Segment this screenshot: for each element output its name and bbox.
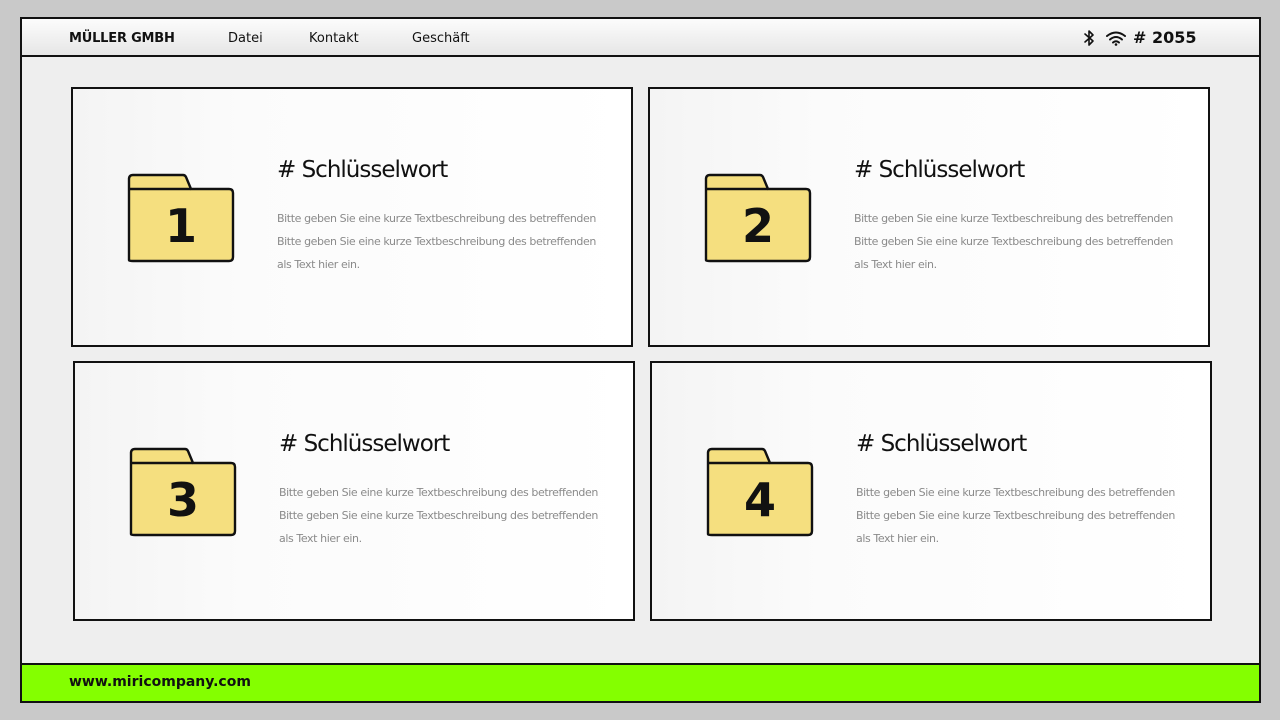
card-title: # Schlüsselwort [279, 431, 450, 457]
footer-url-link[interactable]: www.miricompany.com [69, 674, 251, 690]
desc-line: Bitte geben Sie eine kurze Textbeschreib… [856, 509, 1175, 522]
folder-icon: 2 [704, 173, 812, 263]
desc-line: als Text hier ein. [279, 532, 362, 545]
card-title: # Schlüsselwort [854, 157, 1025, 183]
nav-item-datei[interactable]: Datei [228, 31, 263, 46]
card-description: Bitte geben Sie eine kurze Textbeschreib… [279, 481, 619, 550]
wifi-icon [1105, 30, 1127, 51]
nav-item-geschaeft[interactable]: Geschäft [412, 31, 470, 46]
card-title: # Schlüsselwort [856, 431, 1027, 457]
card-description: Bitte geben Sie eine kurze Textbeschreib… [277, 207, 617, 276]
desc-line: als Text hier ein. [277, 258, 360, 271]
desc-line: Bitte geben Sie eine kurze Textbeschreib… [854, 235, 1173, 248]
top-bar: MÜLLER GMBH Datei Kontakt Geschäft # 205… [22, 19, 1259, 57]
desc-line: Bitte geben Sie eine kurze Textbeschreib… [856, 486, 1175, 499]
folder-icon: 1 [127, 173, 235, 263]
folder-number: 1 [164, 199, 197, 253]
desc-line: als Text hier ein. [854, 258, 937, 271]
folder-number: 4 [743, 473, 776, 527]
folder-number: 2 [741, 199, 774, 253]
desc-line: Bitte geben Sie eine kurze Textbeschreib… [277, 235, 596, 248]
footer-bar: www.miricompany.com [22, 663, 1259, 701]
folder-icon: 3 [129, 447, 237, 537]
card-title: # Schlüsselwort [277, 157, 448, 183]
bluetooth-icon [1083, 29, 1095, 52]
desc-line: Bitte geben Sie eine kurze Textbeschreib… [279, 509, 598, 522]
card-3[interactable]: 3 # Schlüsselwort Bitte geben Sie eine k… [73, 361, 635, 621]
brand-name: MÜLLER GMBH [69, 31, 175, 46]
card-description: Bitte geben Sie eine kurze Textbeschreib… [854, 207, 1194, 276]
desc-line: Bitte geben Sie eine kurze Textbeschreib… [854, 212, 1173, 225]
desc-line: Bitte geben Sie eine kurze Textbeschreib… [277, 212, 596, 225]
status-number: # 2055 [1133, 28, 1197, 47]
desc-line: als Text hier ein. [856, 532, 939, 545]
nav-item-kontakt[interactable]: Kontakt [309, 31, 359, 46]
folder-icon: 4 [706, 447, 814, 537]
app-frame: MÜLLER GMBH Datei Kontakt Geschäft # 205… [20, 17, 1261, 703]
desc-line: Bitte geben Sie eine kurze Textbeschreib… [279, 486, 598, 499]
card-description: Bitte geben Sie eine kurze Textbeschreib… [856, 481, 1196, 550]
card-4[interactable]: 4 # Schlüsselwort Bitte geben Sie eine k… [650, 361, 1212, 621]
folder-number: 3 [166, 473, 199, 527]
card-1[interactable]: 1 # Schlüsselwort Bitte geben Sie eine k… [71, 87, 633, 347]
card-2[interactable]: 2 # Schlüsselwort Bitte geben Sie eine k… [648, 87, 1210, 347]
